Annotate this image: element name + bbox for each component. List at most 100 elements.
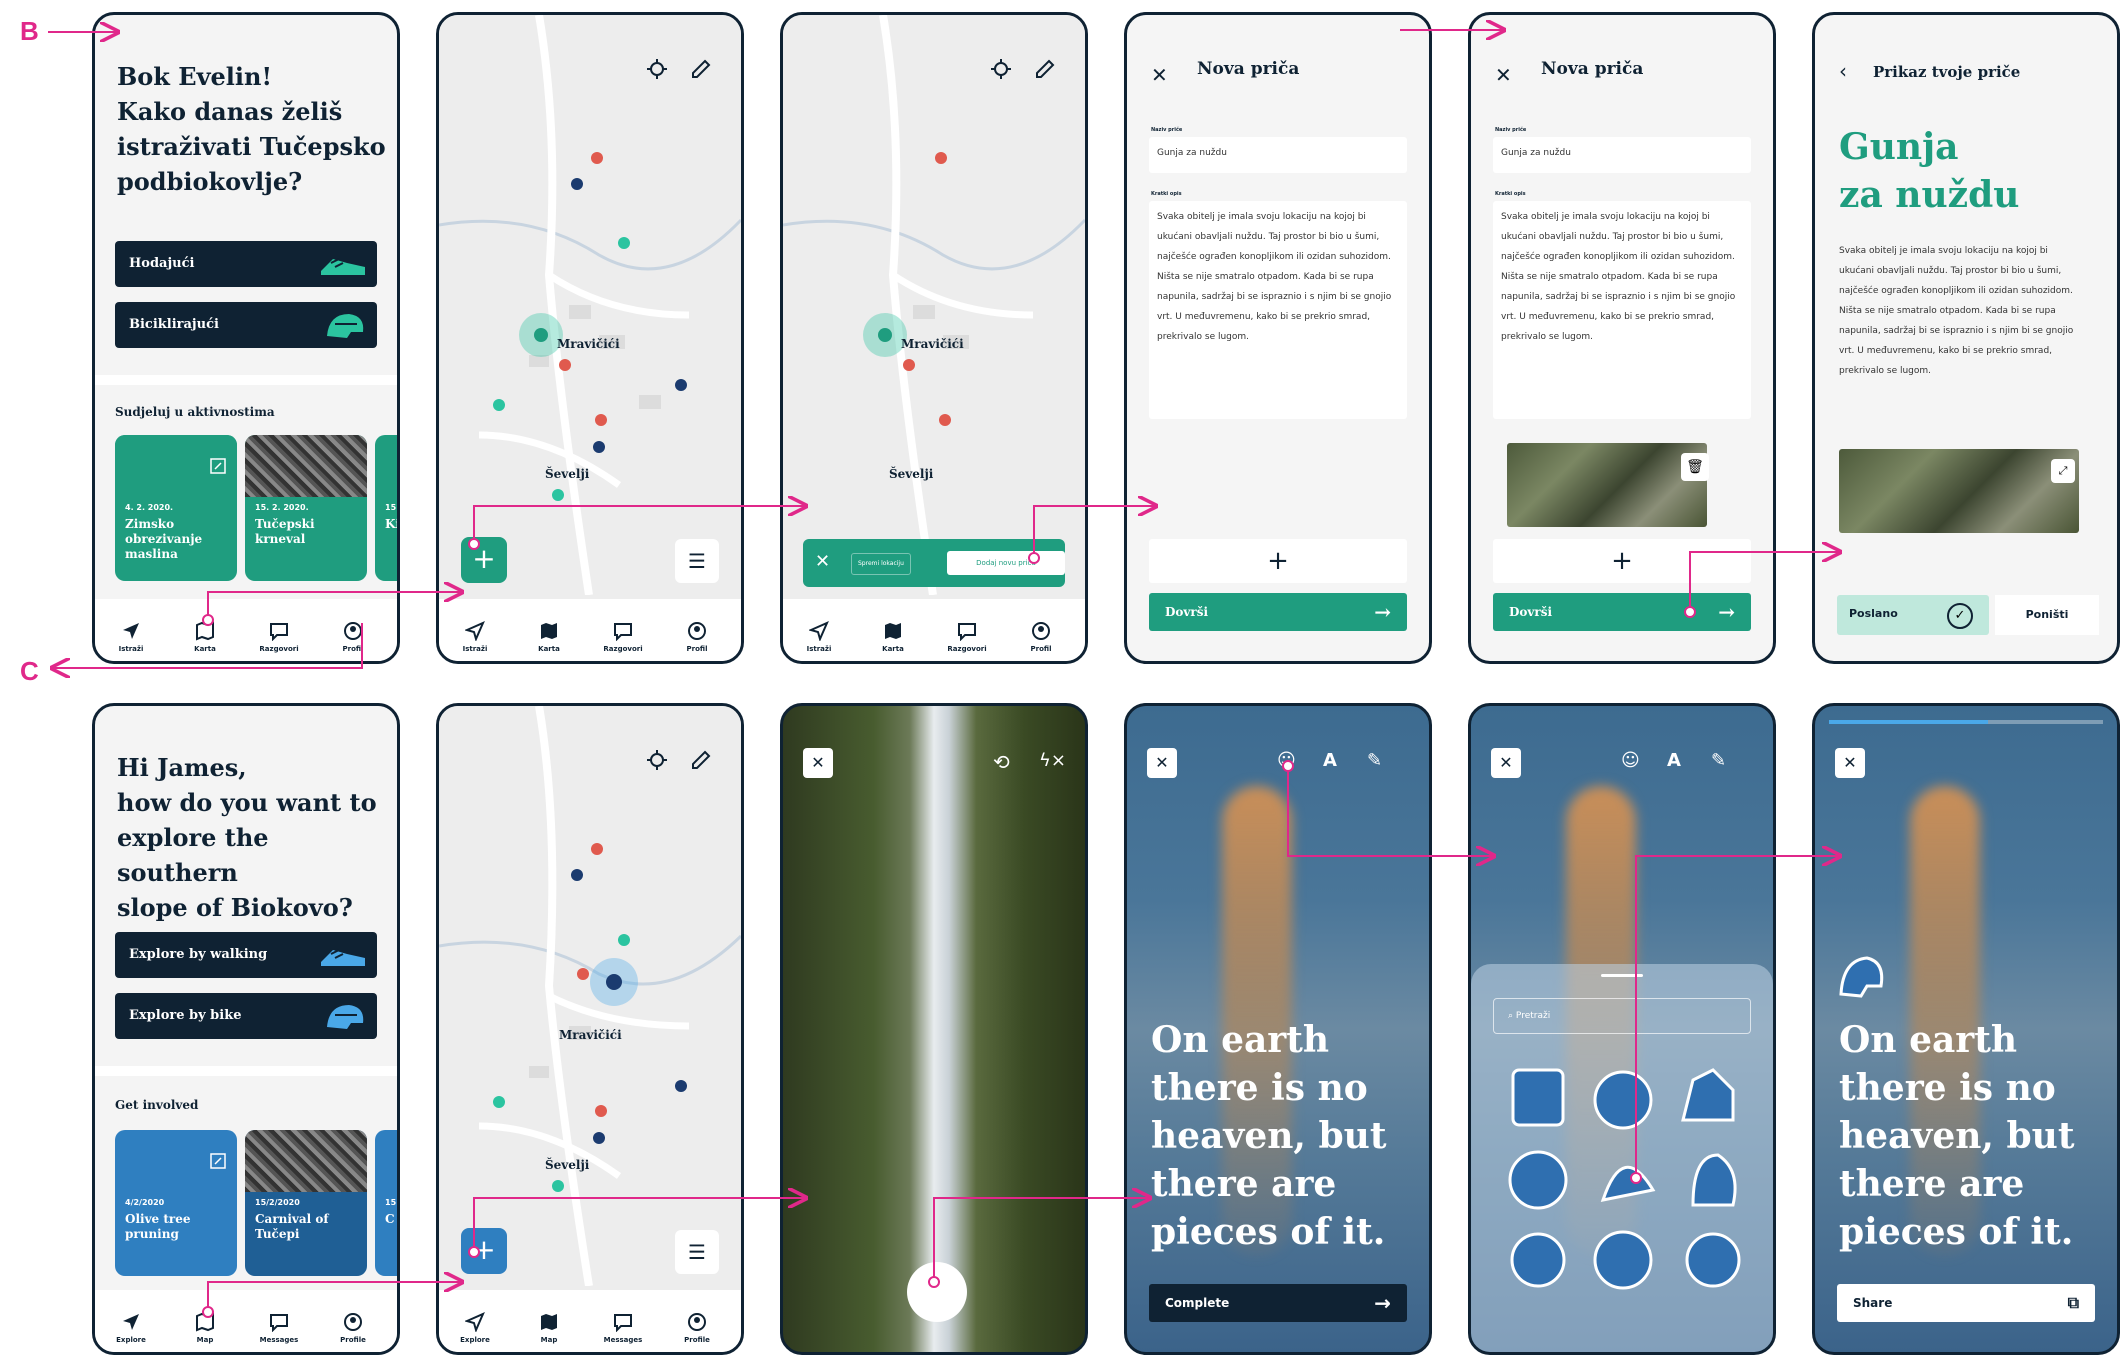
- locate-icon[interactable]: [645, 748, 669, 772]
- tab-explore[interactable]: Explore: [445, 1312, 505, 1344]
- walk-button[interactable]: Explore by walking: [115, 932, 377, 978]
- bike-button[interactable]: Biciklirajući: [115, 302, 377, 348]
- story-name-field[interactable]: Gunja za nuždu: [1149, 137, 1407, 173]
- tab-messages[interactable]: Messages: [593, 1312, 653, 1344]
- navigate-icon: [123, 623, 139, 639]
- map-view[interactable]: Mravičići Ševelji: [783, 15, 1085, 599]
- story-description-field[interactable]: Svaka obitelj je imala svoju lokaciju na…: [1149, 201, 1407, 419]
- activity-card[interactable]: 15 C w: [375, 1130, 397, 1276]
- place-label: Ševelji: [545, 1158, 590, 1172]
- map-icon: [196, 621, 214, 641]
- shutter-button[interactable]: [907, 1262, 967, 1322]
- activity-card[interactable]: 4/2/2020 Olive tree pruning: [115, 1130, 237, 1276]
- map-view[interactable]: Mravičići Ševelji: [439, 15, 741, 599]
- activity-card[interactable]: 15/2/2020 Carnival of Tučepi: [245, 1130, 367, 1276]
- tab-messages[interactable]: Razgovori: [593, 621, 653, 653]
- close-icon[interactable]: ✕: [815, 551, 830, 572]
- tab-profile[interactable]: Profile: [323, 1312, 383, 1344]
- map-icon: [885, 623, 901, 639]
- close-icon[interactable]: ✕: [1491, 748, 1521, 778]
- tab-profile[interactable]: Profile: [667, 1312, 727, 1344]
- add-story-button[interactable]: +: [461, 1228, 507, 1274]
- field-label: Kratki opis: [1495, 191, 1526, 197]
- tab-map[interactable]: Karta: [519, 621, 579, 653]
- tab-map[interactable]: Karta: [175, 621, 235, 653]
- map-icon: [541, 623, 557, 639]
- save-location-button[interactable]: Spremi lokaciju: [851, 553, 911, 575]
- field-label: Naziv priče: [1495, 127, 1527, 133]
- phone-home-hr: Bok Evelin! Kako danas želiš istraživati …: [92, 12, 400, 664]
- list-menu-icon[interactable]: ☰: [675, 539, 719, 583]
- list-menu-icon[interactable]: ☰: [675, 1230, 719, 1274]
- tab-map[interactable]: Map: [519, 1312, 579, 1344]
- tab-map[interactable]: Karta: [863, 621, 923, 653]
- pen-icon[interactable]: ✎: [1367, 750, 1382, 771]
- sticker-search-input[interactable]: ⌕ Pretraži: [1493, 998, 1751, 1034]
- edit-icon: [210, 1153, 226, 1169]
- navigate-icon: [809, 621, 829, 641]
- tab-messages[interactable]: Messages: [249, 1312, 309, 1344]
- text-icon[interactable]: A: [1323, 750, 1337, 771]
- navigate-icon: [123, 1314, 139, 1330]
- activity-card[interactable]: 4. 2. 2020. Zimsko obrezivanje maslina: [115, 435, 237, 581]
- expand-icon[interactable]: ⤢: [2051, 459, 2075, 483]
- activity-card[interactable]: 15. 2. 2020. Tučepski krneval: [245, 435, 367, 581]
- flow-label-c: C: [20, 656, 39, 686]
- pen-icon[interactable]: ✎: [1711, 750, 1726, 771]
- map-view[interactable]: Mravičići Ševelji: [439, 706, 741, 1290]
- locate-icon[interactable]: [645, 57, 669, 81]
- tab-map[interactable]: Map: [175, 1312, 235, 1344]
- compass-icon[interactable]: [689, 57, 713, 81]
- complete-button[interactable]: Complete →: [1149, 1284, 1407, 1322]
- close-icon[interactable]: ✕: [1147, 748, 1177, 778]
- tab-explore[interactable]: Istraži: [789, 621, 849, 653]
- add-story-bar: ✕ Spremi lokaciju Dodaj novu priču: [803, 539, 1065, 587]
- phone-home-en: Hi James, how do you want to explore the …: [92, 703, 400, 1355]
- close-icon[interactable]: ✕: [1151, 63, 1168, 87]
- tab-explore[interactable]: Istraži: [101, 621, 161, 653]
- phone-share-story: ✕ On earth there is no heaven, but there a…: [1812, 703, 2120, 1355]
- walk-button[interactable]: Hodajući: [115, 241, 377, 287]
- chat-icon: [614, 623, 632, 641]
- external-link-icon: ⧉: [2067, 1293, 2079, 1312]
- close-icon[interactable]: ✕: [1495, 63, 1512, 87]
- add-new-story-button[interactable]: Dodaj novu priču: [947, 551, 1065, 575]
- sticker-icon[interactable]: ☺: [1277, 750, 1296, 771]
- close-icon[interactable]: ✕: [1835, 748, 1865, 778]
- sticker-icon[interactable]: ☺: [1621, 750, 1640, 771]
- helmet-sticker: [1839, 956, 1884, 998]
- tab-profile[interactable]: Profil: [1011, 621, 1071, 653]
- tab-profile[interactable]: Profil: [323, 621, 383, 653]
- add-media-button[interactable]: +: [1149, 539, 1407, 583]
- trash-icon[interactable]: 🗑: [1681, 453, 1709, 481]
- flip-camera-icon[interactable]: ⟲: [993, 750, 1010, 774]
- profile-icon: [688, 1313, 706, 1331]
- tab-messages[interactable]: Razgovori: [937, 621, 997, 653]
- back-icon[interactable]: ‹: [1839, 59, 1847, 83]
- cancel-button[interactable]: Poništi: [1995, 595, 2099, 635]
- story-description-field[interactable]: Svaka obitelj je imala svoju lokaciju na…: [1493, 201, 1751, 419]
- activity-card[interactable]: 15 Ki ba: [375, 435, 397, 581]
- tab-explore[interactable]: Explore: [101, 1312, 161, 1344]
- tab-profile[interactable]: Profil: [667, 621, 727, 653]
- text-icon[interactable]: A: [1667, 750, 1681, 771]
- close-icon[interactable]: ✕: [803, 748, 833, 778]
- compass-icon[interactable]: [1033, 57, 1057, 81]
- story-name-field[interactable]: Gunja za nuždu: [1493, 137, 1751, 173]
- locate-icon[interactable]: [989, 57, 1013, 81]
- place-label: Ševelji: [545, 467, 590, 481]
- add-media-button[interactable]: +: [1493, 539, 1751, 583]
- add-story-button[interactable]: +: [461, 537, 507, 583]
- shoe-icon: [321, 949, 365, 966]
- share-button[interactable]: Share ⧉: [1837, 1284, 2095, 1322]
- tab-messages[interactable]: Razgovori: [249, 621, 309, 653]
- story-photo: [1507, 443, 1707, 527]
- finish-button[interactable]: Dovrši →: [1149, 593, 1407, 631]
- compass-icon[interactable]: [689, 748, 713, 772]
- finish-button[interactable]: Dovrši →: [1493, 593, 1751, 631]
- navigate-icon: [465, 621, 485, 641]
- tab-explore[interactable]: Istraži: [445, 621, 505, 653]
- bike-button[interactable]: Explore by bike: [115, 993, 377, 1039]
- flash-off-icon[interactable]: ϟ×: [1039, 750, 1066, 771]
- sticker-grid[interactable]: [1493, 1060, 1753, 1290]
